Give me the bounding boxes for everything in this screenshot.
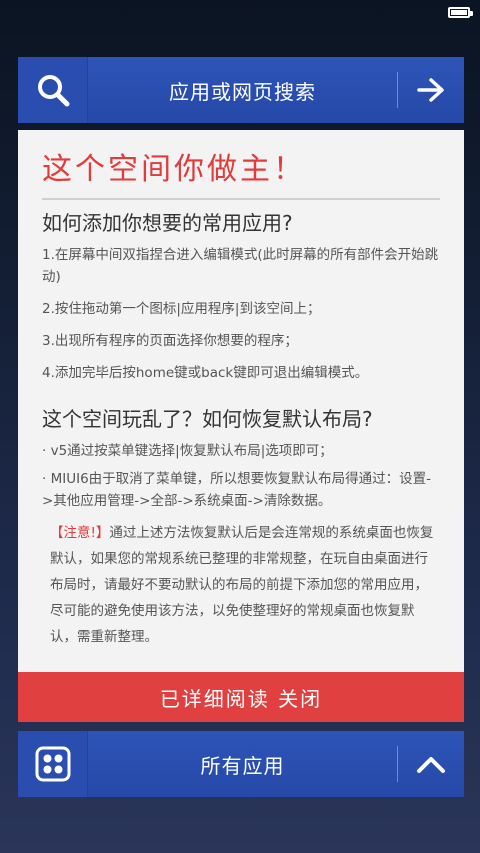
section-title-restore-layout: 这个空间玩乱了？如何恢复默认布局?	[42, 407, 373, 431]
arrow-right-icon	[417, 78, 444, 102]
search-icon	[38, 75, 70, 107]
instruction-item: 4.添加完毕后按home键或back键即可退出编辑模式。	[42, 365, 369, 381]
grid-icon	[35, 746, 71, 782]
instruction-item: 3.出现所有程序的页面选择你想要的程序；	[42, 333, 298, 349]
warning-note: 【注意!】通过上述方法恢复默认后是会连常规的系统桌面也恢复默认，如果您的常规系统…	[42, 520, 440, 650]
search-bar[interactable]: 应用或网页搜索	[18, 57, 464, 123]
expand-button[interactable]	[398, 731, 464, 797]
search-button[interactable]	[18, 57, 88, 123]
all-apps-bar[interactable]: 所有应用	[18, 731, 464, 797]
instruction-item: 1.在屏幕中间双指捏合进入编辑模式(此时屏幕的所有部件会开始跳动)	[42, 247, 439, 285]
instruction-item: 2.按住拖动第一个图标|应用程序|到该空间上；	[42, 301, 321, 317]
all-apps-title[interactable]: 所有应用	[88, 750, 397, 779]
battery-icon	[448, 7, 473, 18]
warning-text: 通过上述方法恢复默认后是会连常规的系统桌面也恢复默认，如果您的常规系统已整理的非…	[50, 525, 434, 645]
status-bar	[0, 0, 480, 28]
chevron-up-icon	[417, 757, 445, 773]
warning-tag: 【注意!】	[50, 525, 110, 541]
go-button[interactable]	[398, 57, 464, 123]
instruction-item: · v5通过按菜单键选择|恢复默认布局|选项即可；	[42, 443, 333, 459]
help-card: 这个空间你做主！ 如何添加你想要的常用应用? 1.在屏幕中间双指捏合进入编辑模式…	[18, 130, 464, 722]
close-button[interactable]: 已详细阅读 关闭	[18, 672, 464, 722]
instruction-item: · MIUI6由于取消了菜单键，所以想要恢复默认布局得通过：设置->其他应用管理…	[42, 471, 432, 509]
apps-grid-button[interactable]	[18, 731, 88, 797]
search-bar-title[interactable]: 应用或网页搜索	[88, 76, 397, 105]
section-title-add-apps: 如何添加你想要的常用应用?	[42, 211, 293, 235]
card-headline: 这个空间你做主！	[42, 144, 440, 200]
